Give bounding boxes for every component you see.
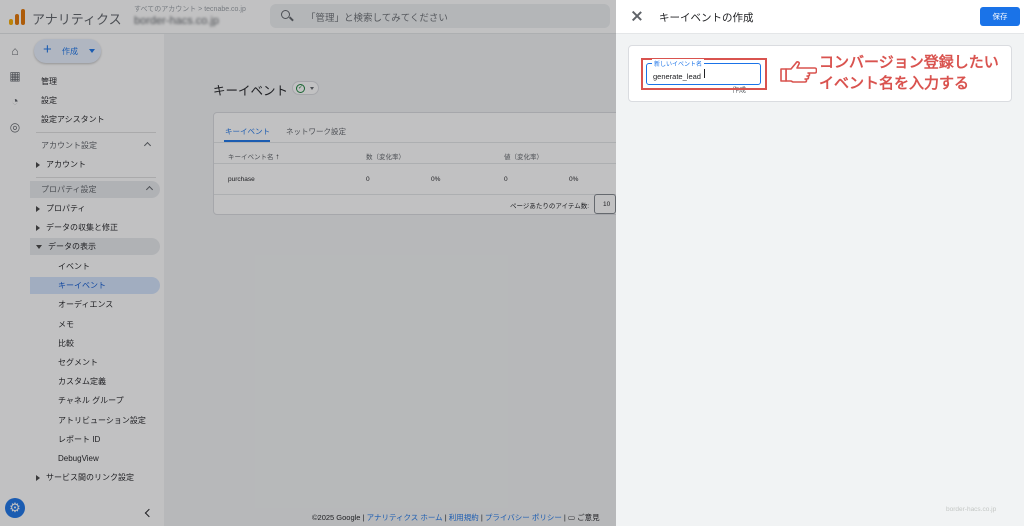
panel-title: キーイベントの作成 [659,12,754,24]
watermark-text: border-hacs.co.jp [946,506,997,513]
text-cursor [704,69,705,78]
modal-scrim[interactable] [0,0,616,526]
pointing-hand-icon [780,61,817,83]
new-event-card: 作成 新しいイベント名 コンバージョン登録したい イベント名を入力する [628,45,1012,102]
annotation-line: イベント名を入力する [819,75,970,92]
event-name-field[interactable]: 新しいイベント名 [646,59,761,85]
panel-header: キーイベントの作成 保存 [616,0,1024,34]
close-icon[interactable] [630,9,644,23]
save-button[interactable]: 保存 [980,7,1020,26]
create-key-event-panel: キーイベントの作成 保存 作成 新しいイベント名 コンバージョン登録したい イベ… [616,0,1024,526]
annotation-text: コンバージョン登録したい イベント名を入力する [819,52,999,94]
event-name-input[interactable] [647,64,759,83]
annotation-line: コンバージョン登録したい [819,54,999,71]
